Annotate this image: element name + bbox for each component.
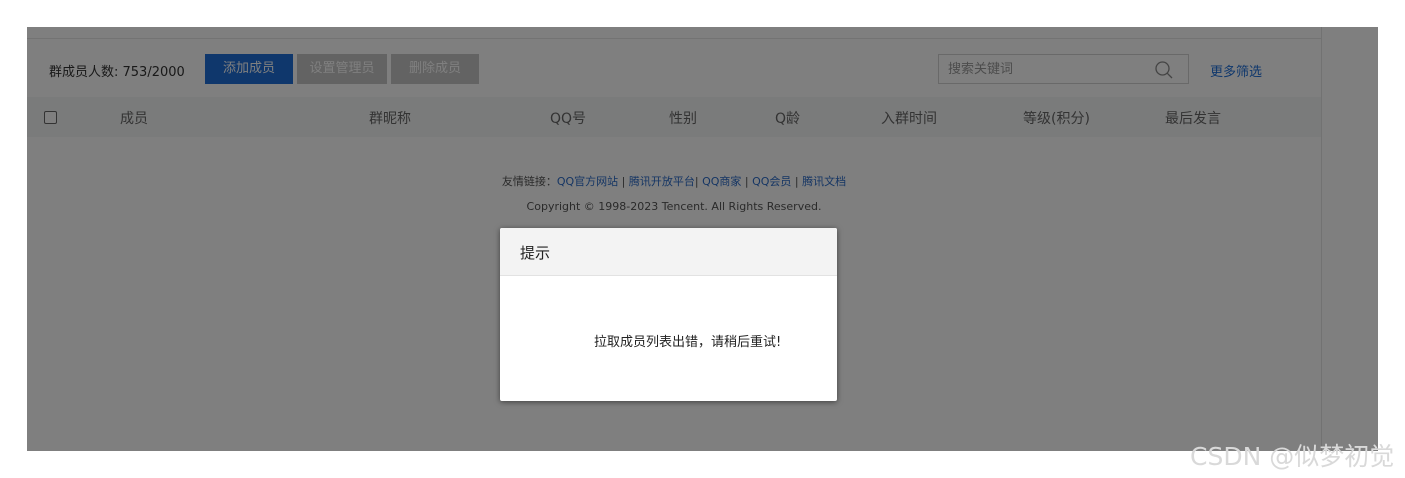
alert-dialog: 提示 拉取成员列表出错，请稍后重试! xyxy=(500,228,837,401)
watermark: CSDN @似梦初觉 xyxy=(1190,442,1395,471)
dialog-title: 提示 xyxy=(520,244,551,262)
dialog-header: 提示 xyxy=(500,228,837,276)
dialog-message: 拉取成员列表出错，请稍后重试! xyxy=(594,335,782,350)
app-screen: 群成员人数: 753/2000 添加成员 设置管理员 删除成员 更多筛选 成员 … xyxy=(27,27,1378,451)
